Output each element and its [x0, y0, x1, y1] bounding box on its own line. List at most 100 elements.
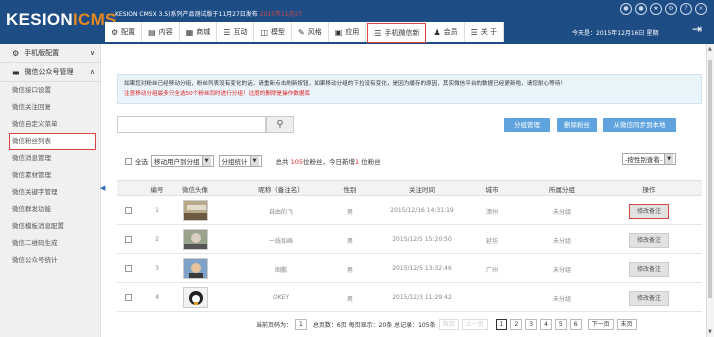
pagination: 当前页码为： 1 总页数：6页 每页显示：20条 总记录：105条 首页 上一页…: [256, 318, 637, 330]
gender-filter-select[interactable]: -按性别查看- ▼: [622, 153, 677, 165]
avatar: [183, 258, 208, 279]
nav-shop[interactable]: ▦ 商城: [180, 22, 218, 42]
page-info: 总页数：6页 每页显示：20条 总记录：105条: [312, 321, 436, 329]
header-time: 关注时间: [409, 186, 435, 194]
sidebar-item-template[interactable]: 微信模板消息配置: [0, 218, 100, 235]
row-checkbox[interactable]: [125, 265, 132, 272]
sidebar-item-follow-reply[interactable]: 微信关注回复: [0, 99, 100, 116]
dropdown-arrow-icon: ▼: [201, 156, 211, 166]
chevron-up-icon: ∧: [89, 68, 95, 76]
chevron-down-icon: ∨: [89, 49, 95, 57]
nav-style[interactable]: ✎ 风格: [292, 22, 329, 42]
sidebar-section-wechat[interactable]: ▬ 微信公众号管理 ∧: [0, 63, 100, 82]
star-icon[interactable]: ★: [650, 3, 662, 15]
sidebar-item-messages[interactable]: 微信消息管理: [0, 150, 100, 167]
row-id: 3: [155, 265, 159, 272]
group-stats-select[interactable]: 分组统计 ▼: [218, 155, 262, 167]
row-checkbox[interactable]: [125, 236, 132, 243]
row-city: 延坊: [485, 238, 499, 245]
nav-apps[interactable]: ▣ 应用: [329, 22, 367, 42]
sidebar-section-mobile-config[interactable]: ⚙ 手机版配置 ∨: [0, 44, 100, 63]
row-time: 2015/12/16 14:31:19: [390, 207, 454, 214]
avatar: [183, 287, 208, 308]
sidebar-item-fans-list[interactable]: 微信粉丝列表: [9, 133, 96, 150]
collapse-arrow-icon[interactable]: ◀: [100, 184, 105, 192]
nav-members[interactable]: ♟ 会员: [427, 22, 465, 42]
help-icon[interactable]: ?: [680, 3, 692, 15]
welcome-text: 今天是：2015年12月16日 星期: [572, 30, 659, 37]
prev-page-button[interactable]: 上一页: [461, 318, 488, 330]
edit-remark-button[interactable]: 修改备注: [629, 233, 669, 248]
search-icon: ⚲: [276, 119, 284, 130]
sidebar-item-materials[interactable]: 微信素材管理: [0, 167, 100, 184]
scroll-down-icon[interactable]: ▼: [708, 329, 712, 335]
sidebar-item-custom-menu[interactable]: 微信自定义菜单: [0, 116, 100, 133]
first-page-button[interactable]: 首页: [438, 318, 459, 330]
row-checkbox[interactable]: [125, 294, 132, 301]
edit-remark-button[interactable]: 修改备注: [629, 204, 669, 219]
nav-mobile-wechat[interactable]: ☰ 手机微信新: [367, 23, 427, 43]
row-gender: 男: [346, 238, 354, 245]
main-nav: ⚙ 配置 ▤ 内容 ▦ 商城 ☰ 互动 ◫ 模型 ✎ 风格 ▣ 应用 ☰ 手机微信新 ♟ 会员 ☰…: [105, 22, 505, 43]
row-id: 1: [155, 207, 159, 214]
shop-icon: ▦: [185, 27, 194, 37]
logout-icon[interactable]: ⇥: [692, 22, 702, 36]
row-nickname: 自由的飞: [268, 209, 294, 216]
header-action: 操作: [642, 186, 656, 194]
content-icon: ▤: [148, 27, 156, 37]
select-all-checkbox[interactable]: [125, 157, 132, 165]
scrollbar-thumb[interactable]: [708, 60, 712, 298]
edit-remark-button[interactable]: 修改备注: [629, 291, 669, 306]
delete-fans-button[interactable]: 删除粉丝: [557, 118, 597, 132]
search-button[interactable]: ⚲: [266, 116, 294, 133]
search-input[interactable]: [117, 116, 266, 133]
row-id: 2: [155, 236, 159, 243]
page-5-button[interactable]: 5: [554, 318, 567, 330]
nav-model[interactable]: ◫ 模型: [254, 22, 293, 42]
nav-interact[interactable]: ☰ 互动: [217, 22, 255, 42]
avatar: [183, 229, 208, 250]
page-4-button[interactable]: 4: [540, 318, 552, 330]
about-icon: ☰: [470, 27, 478, 37]
page-3-button[interactable]: 3: [525, 318, 538, 330]
scroll-up-icon[interactable]: ▲: [708, 46, 712, 52]
header-nickname: 昵称（备注名）: [258, 186, 304, 194]
sync-button[interactable]: 从微信同步到本地: [603, 118, 676, 132]
move-group-select[interactable]: 移动用户到分组 ▼: [151, 155, 214, 167]
nav-content[interactable]: ▤ 内容: [142, 22, 180, 42]
current-page-input[interactable]: 1: [295, 318, 307, 330]
notice-box: 如果您对粉丝已经移动分组，粉丝列表没有变化的话，请重新点击刷新按钮，如果移动分组…: [117, 74, 702, 104]
table-row: 3 困鹏 男 2015/12/5 13:32:46 广州 未分组 修改备注: [117, 255, 702, 283]
sidebar-item-keywords[interactable]: 微信关键字管理: [0, 184, 100, 201]
sidebar-item-stats[interactable]: 微信公众号统计: [0, 252, 100, 269]
close-icon[interactable]: ×: [695, 3, 707, 15]
page-1-button[interactable]: 1: [495, 318, 508, 330]
row-gender: 男: [346, 209, 354, 216]
last-page-button[interactable]: 末页: [616, 318, 637, 330]
row-checkbox[interactable]: [125, 207, 132, 214]
logo: KESIONICMS: [6, 10, 117, 29]
table-header: 编号 微信头像 昵称（备注名） 性别 关注时间 城市 所属分组 操作: [117, 180, 702, 196]
group-manage-button[interactable]: 分组管理: [504, 118, 550, 132]
table-row: 4 OKEY 男 2015/12/3 11:29:42 未分组 修改备注: [117, 284, 702, 312]
header-id: 编号: [150, 186, 164, 194]
sidebar-item-qrcode[interactable]: 微信二维码生成: [0, 235, 100, 252]
page-6-button[interactable]: 6: [569, 318, 582, 330]
config-icon: ⚙: [111, 27, 119, 37]
user-icon[interactable]: ●: [620, 3, 632, 15]
header-city: 城市: [485, 186, 499, 194]
sidebar-item-mass-send[interactable]: 微信群发功能: [0, 201, 100, 218]
sidebar-item-interface[interactable]: 微信接口设置: [0, 82, 100, 99]
edit-remark-button[interactable]: 修改备注: [629, 262, 669, 277]
model-icon: ◫: [260, 27, 269, 37]
sidebar: ⚙ 手机版配置 ∨ ▬ 微信公众号管理 ∧ 微信接口设置 微信关注回复 微信自定义菜单 …: [0, 44, 101, 337]
nav-about[interactable]: ☰ 关 于: [465, 22, 505, 42]
next-page-button[interactable]: 下一页: [587, 318, 614, 330]
nav-config[interactable]: ⚙ 配置: [105, 22, 143, 42]
page-2-button[interactable]: 2: [510, 318, 523, 330]
settings-icon[interactable]: ●: [635, 3, 647, 15]
table-row: 2 一线如画 男 2015/12/5 15:20:50 延坊 未分组 修改备注: [117, 226, 702, 254]
style-icon: ✎: [298, 27, 305, 37]
gear-icon[interactable]: ⚙: [665, 3, 677, 15]
row-nickname: OKEY: [272, 294, 290, 301]
